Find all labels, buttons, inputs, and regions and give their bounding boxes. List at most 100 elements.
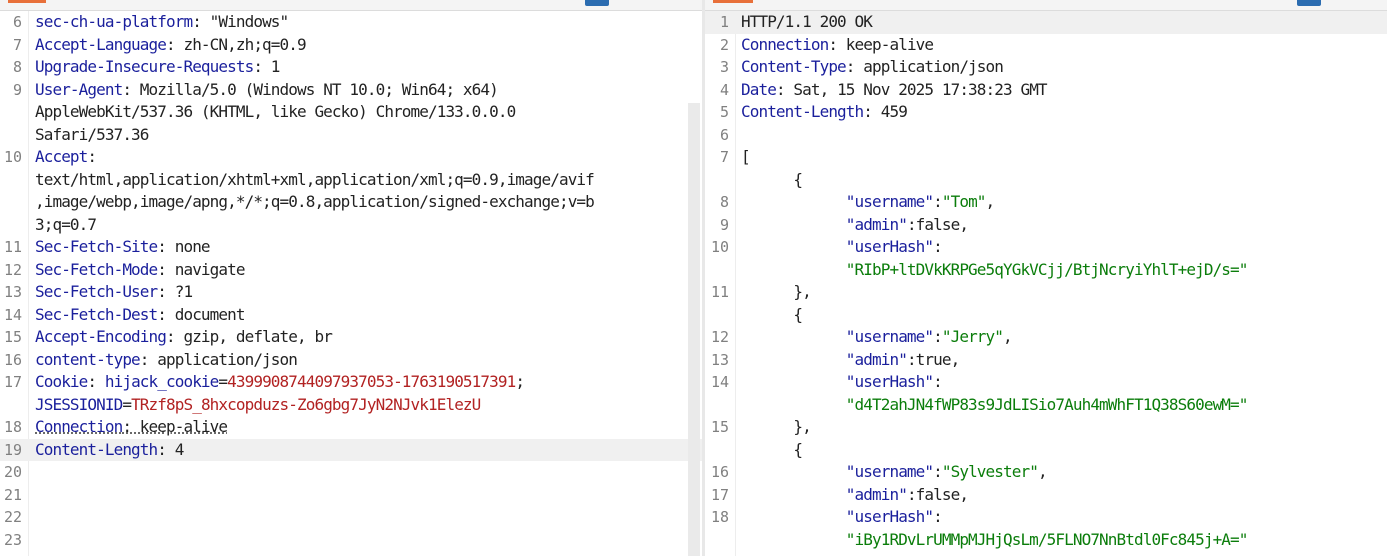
- response-line[interactable]: "iBy1RDvLrUMMpMJHjQsLm/5FLNO7NnBtdl0Fc84…: [705, 529, 1387, 552]
- request-line[interactable]: AppleWebKit/537.36 (KHTML, like Gecko) C…: [0, 101, 702, 124]
- code-token: : none: [157, 237, 210, 256]
- request-line[interactable]: 22: [0, 506, 702, 529]
- line-text: "username":"Jerry",: [741, 326, 1013, 349]
- request-line[interactable]: 9 User-Agent: Mozilla/5.0 (Windows NT 10.…: [0, 79, 702, 102]
- code-token: Content-Length: [35, 439, 158, 459]
- code-token: : navigate: [157, 259, 245, 279]
- response-line[interactable]: 2 Connection: keep-alive: [705, 34, 1387, 57]
- response-line[interactable]: {: [705, 304, 1387, 327]
- code-token: :: [933, 192, 943, 211]
- request-line[interactable]: 3;q=0.7: [0, 214, 702, 237]
- line-text: Connection: keep-alive: [35, 416, 228, 439]
- request-line[interactable]: text/html,application/xhtml+xml,applicat…: [0, 169, 702, 192]
- code-token: :true,: [906, 349, 960, 369]
- response-line[interactable]: "RIbP+ltDVkKRPGe5qYGkVCjj/BtjNcryiYhlT+e…: [705, 259, 1387, 282]
- code-token: :: [933, 327, 943, 346]
- line-text: Accept:: [35, 146, 97, 169]
- request-line[interactable]: Safari/537.36: [0, 124, 702, 147]
- request-line[interactable]: 11 Sec-Fetch-Site: none: [0, 236, 702, 259]
- line-text: "admin":false,: [741, 214, 969, 237]
- code-token: "username": [845, 462, 934, 481]
- request-line[interactable]: 6 sec-ch-ua-platform: "Windows": [0, 11, 702, 34]
- response-line[interactable]: 1 HTTP/1.1 200 OK: [705, 11, 1387, 34]
- response-line[interactable]: 18 "userHash":: [705, 506, 1387, 529]
- response-line[interactable]: 8 "username":"Tom",: [705, 191, 1387, 214]
- request-line[interactable]: 18 Connection: keep-alive: [0, 416, 702, 439]
- line-text: "admin":true,: [741, 349, 960, 372]
- request-toolbar-button[interactable]: [585, 0, 609, 6]
- response-line[interactable]: {: [705, 169, 1387, 192]
- request-line[interactable]: 19 Content-Length: 4: [0, 438, 702, 461]
- request-line[interactable]: 16 content-type: application/json: [0, 349, 702, 372]
- response-line[interactable]: 16 "username":"Sylvester",: [705, 461, 1387, 484]
- request-line[interactable]: 17 Cookie: hijack_cookie=4399908744097937…: [0, 371, 702, 394]
- code-token: "userHash": [845, 372, 934, 391]
- line-number: 6: [12, 13, 22, 31]
- request-code[interactable]: 6 sec-ch-ua-platform: "Windows" 7 Accept-La…: [0, 11, 702, 551]
- code-token: },: [741, 282, 811, 301]
- line-text: [: [741, 146, 751, 169]
- line-text: "iBy1RDvLrUMMpMJHjQsLm/5FLNO7NnBtdl0Fc84…: [741, 529, 1249, 552]
- response-line[interactable]: 9 "admin":false,: [705, 214, 1387, 237]
- code-token: 3;q=0.7: [35, 214, 97, 234]
- code-token: {: [741, 169, 803, 189]
- response-line[interactable]: 12 "username":"Jerry",: [705, 326, 1387, 349]
- code-token: Upgrade-Insecure-Requests: [35, 57, 254, 76]
- code-token: Cookie: [35, 372, 88, 391]
- code-token: : document: [157, 304, 245, 324]
- request-line[interactable]: 20: [0, 461, 702, 484]
- response-code[interactable]: 1 HTTP/1.1 200 OK 2 Connection: keep-alive 3…: [705, 11, 1387, 551]
- code-token: Accept-Encoding: [35, 327, 167, 346]
- response-line[interactable]: 11 },: [705, 281, 1387, 304]
- line-text: JSESSIONID=TRzf8pS_8hxcopduzs-Zo6gbg7JyN…: [35, 394, 481, 417]
- response-line[interactable]: {: [705, 439, 1387, 462]
- request-line[interactable]: JSESSIONID=TRzf8pS_8hxcopduzs-Zo6gbg7JyN…: [0, 394, 702, 417]
- response-line[interactable]: "d4T2ahJN4fWP83s9JdLISio7Auh4mWhFT1Q38S6…: [705, 394, 1387, 417]
- request-line[interactable]: ,image/webp,image/apng,*/*;q=0.8,applica…: [0, 191, 702, 214]
- response-line[interactable]: 15 },: [705, 416, 1387, 439]
- code-token: Sec-Fetch-Dest: [35, 304, 158, 324]
- request-editor[interactable]: 6 sec-ch-ua-platform: "Windows" 7 Accept-La…: [0, 11, 702, 556]
- code-token: =: [122, 394, 132, 414]
- code-token: :: [933, 507, 943, 526]
- code-token: "Jerry": [941, 327, 1004, 346]
- request-line[interactable]: 13 Sec-Fetch-User: ?1: [0, 281, 702, 304]
- request-line[interactable]: 12 Sec-Fetch-Mode: navigate: [0, 259, 702, 282]
- response-editor[interactable]: 1 HTTP/1.1 200 OK 2 Connection: keep-alive 3…: [705, 11, 1387, 556]
- line-number: 16: [710, 463, 729, 481]
- code-token: "Tom": [941, 192, 987, 211]
- response-line[interactable]: 4 Date: Sat, 15 Nov 2025 17:38:23 GMT: [705, 79, 1387, 102]
- request-line[interactable]: 23: [0, 529, 702, 552]
- response-line[interactable]: 5 Content-Length: 459: [705, 101, 1387, 124]
- code-token: : application/json: [139, 349, 298, 369]
- code-token: TRzf8pS_8hxcopduzs-Zo6gbg7JyN2NJvk1ElezU: [131, 394, 481, 414]
- line-number: 18: [710, 508, 729, 526]
- request-line[interactable]: 21: [0, 484, 702, 507]
- response-toolbar-button[interactable]: [1297, 0, 1321, 6]
- response-line[interactable]: 17 "admin":false,: [705, 484, 1387, 507]
- code-token: :: [87, 372, 105, 391]
- request-line[interactable]: 15 Accept-Encoding: gzip, deflate, br: [0, 326, 702, 349]
- line-text: text/html,application/xhtml+xml,applicat…: [35, 169, 595, 192]
- active-tab-indicator: [713, 0, 753, 3]
- line-number: 6: [719, 125, 729, 144]
- request-scrollbar[interactable]: [688, 103, 700, 556]
- line-text: {: [741, 169, 803, 192]
- response-line[interactable]: 7[: [705, 146, 1387, 169]
- line-text: ,image/webp,image/apng,*/*;q=0.8,applica…: [35, 191, 595, 214]
- line-number: 11: [710, 283, 729, 301]
- response-line[interactable]: 10 "userHash":: [705, 236, 1387, 259]
- request-line[interactable]: 7 Accept-Language: zh-CN,zh;q=0.9: [0, 34, 702, 57]
- code-token: "iBy1RDvLrUMMpMJHjQsLm/5FLNO7NnBtdl0Fc84…: [845, 529, 1249, 549]
- response-line[interactable]: 13 "admin":true,: [705, 349, 1387, 372]
- response-line[interactable]: 3 Content-Type: application/json: [705, 56, 1387, 79]
- response-line[interactable]: 6: [705, 124, 1387, 147]
- request-line[interactable]: 10 Accept:: [0, 146, 702, 169]
- request-line[interactable]: 14 Sec-Fetch-Dest: document: [0, 304, 702, 327]
- request-line[interactable]: 8 Upgrade-Insecure-Requests: 1: [0, 56, 702, 79]
- response-line[interactable]: 14 "userHash":: [705, 371, 1387, 394]
- code-token: : 4: [157, 439, 184, 459]
